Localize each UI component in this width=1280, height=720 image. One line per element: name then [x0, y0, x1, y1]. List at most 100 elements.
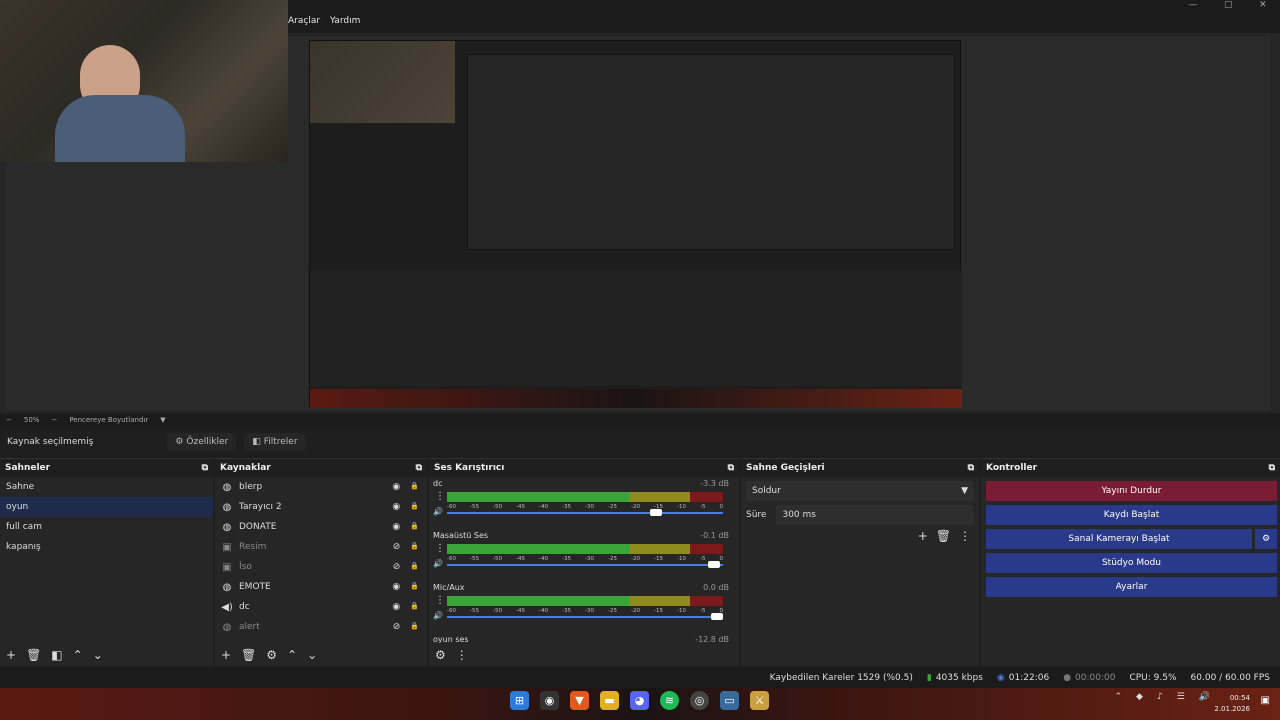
filters-button[interactable]: ◧ Filtreler [244, 433, 306, 451]
volume-slider[interactable] [447, 561, 723, 568]
lock-icon[interactable]: 🔒 [410, 522, 419, 532]
zoom-in-button[interactable]: − [51, 416, 57, 424]
eye-hidden-icon[interactable]: ⊘ [393, 542, 401, 552]
eye-icon[interactable]: ◉ [392, 482, 400, 492]
kebab-menu-icon[interactable]: ⋮ [959, 529, 971, 543]
volume-slider[interactable] [447, 613, 723, 620]
undock-icon[interactable]: ⧉ [728, 463, 734, 473]
chevron-up-icon[interactable]: ⌃ [73, 648, 83, 662]
scene-item[interactable]: kapanış [0, 537, 213, 557]
add-icon[interactable]: + [918, 529, 928, 543]
eye-hidden-icon[interactable]: ⊘ [393, 562, 401, 572]
duration-input[interactable]: 300 ms [776, 505, 974, 525]
eye-icon[interactable]: ◉ [392, 522, 400, 532]
source-item[interactable]: ◍ alert ⊘ 🔒 [217, 617, 427, 637]
volume-slider-handle[interactable] [711, 613, 723, 620]
eye-icon[interactable]: ◉ [392, 602, 400, 612]
lock-icon[interactable]: 🔒 [410, 582, 419, 592]
taskbar-clock[interactable]: 00:54 2.01.2026 [1214, 693, 1250, 715]
scene-item[interactable]: Sahne [0, 477, 213, 497]
virtual-camera-button[interactable]: Sanal Kamerayı Başlat [986, 529, 1252, 549]
filter-icon[interactable]: ◧ [51, 648, 62, 662]
chevron-down-icon[interactable]: ⌄ [93, 648, 103, 662]
add-icon[interactable]: + [6, 648, 16, 662]
undock-icon[interactable]: ⧉ [1269, 463, 1275, 473]
transition-select[interactable]: Soldur ▼ [746, 481, 974, 501]
chevron-down-icon[interactable]: ▼ [160, 416, 165, 424]
microphone-icon[interactable]: ♪ [1157, 692, 1163, 702]
lock-icon[interactable]: 🔒 [410, 542, 419, 552]
undock-icon[interactable]: ⧉ [968, 463, 974, 473]
zoom-out-button[interactable]: − [6, 416, 12, 424]
source-item[interactable]: ▣ İso ⊘ 🔒 [217, 557, 427, 577]
chevron-down-icon[interactable]: ⌄ [307, 648, 317, 662]
volume-slider[interactable] [447, 509, 723, 516]
kebab-menu-icon[interactable]: ⋮ [456, 648, 468, 662]
eye-icon[interactable]: ◉ [392, 502, 400, 512]
trash-icon[interactable]: 🗑 [26, 648, 41, 662]
speaker-icon[interactable]: 🔊 [433, 507, 443, 516]
source-item[interactable]: ◀) dc ◉ 🔒 [217, 597, 427, 617]
fit-window-select[interactable]: Pencereye Boyutlandır [69, 416, 148, 424]
undock-icon[interactable]: ⧉ [202, 463, 208, 473]
speaker-icon[interactable]: 🔊 [433, 559, 443, 568]
steam-icon[interactable]: ◆ [1136, 692, 1143, 702]
league-icon[interactable]: ⚔ [750, 691, 769, 710]
volume-slider-handle[interactable] [650, 509, 663, 516]
speaker-icon[interactable]: 🔊 [433, 611, 443, 620]
source-item[interactable]: ▣ Resim ⊘ 🔒 [217, 537, 427, 557]
gear-icon[interactable]: ⚙ [266, 648, 277, 662]
minimize-icon[interactable]: — [1188, 0, 1197, 14]
duration-label: Süre [746, 510, 767, 520]
lock-icon[interactable]: 🔒 [410, 562, 419, 572]
menu-help[interactable]: Yardım [330, 16, 360, 32]
obs-studio-icon[interactable]: ◎ [690, 691, 709, 710]
file-explorer-icon[interactable]: ▬ [600, 691, 619, 710]
kebab-menu-icon[interactable]: ⋮ [435, 543, 445, 554]
trash-icon[interactable]: 🗑 [936, 529, 951, 543]
scene-item[interactable]: oyun [0, 497, 213, 517]
lock-icon[interactable]: 🔒 [410, 602, 419, 612]
studio-mode-button[interactable]: Stüdyo Modu [986, 553, 1277, 573]
spotify-icon[interactable]: ≋ [660, 691, 679, 710]
tick-label: -60 [447, 556, 456, 562]
chevron-up-icon[interactable]: ⌃ [287, 648, 297, 662]
discord-icon[interactable]: ◕ [630, 691, 649, 710]
tick-label: -25 [608, 504, 617, 510]
source-item[interactable]: ◍ EMOTE ◉ 🔒 [217, 577, 427, 597]
menu-tools[interactable]: Araçlar [288, 16, 320, 32]
close-icon[interactable]: ✕ [1259, 0, 1267, 14]
brave-browser-icon[interactable]: ▼ [570, 691, 589, 710]
lock-icon[interactable]: 🔒 [410, 502, 419, 512]
volume-slider-handle[interactable] [708, 561, 721, 568]
source-item[interactable]: ◍ Tarayıcı 2 ◉ 🔒 [217, 497, 427, 517]
stop-stream-button[interactable]: Yayını Durdur [986, 481, 1277, 501]
settings-button[interactable]: Ayarlar [986, 577, 1277, 597]
kebab-menu-icon[interactable]: ⋮ [435, 595, 445, 606]
notification-icon[interactable]: ▣ [1261, 695, 1270, 706]
scene-item[interactable]: full cam [0, 517, 213, 537]
wifi-icon[interactable]: ☰ [1177, 692, 1185, 702]
advanced-audio-icon[interactable]: ⚙ [435, 648, 446, 662]
lock-icon[interactable]: 🔒 [410, 622, 419, 632]
source-item[interactable]: ◍ blerp ◉ 🔒 [217, 477, 427, 497]
maximize-icon[interactable]: ▢ [1224, 0, 1233, 14]
gear-icon[interactable]: ⚙ [1255, 529, 1277, 549]
tick-label: -20 [631, 504, 640, 510]
app-window-icon[interactable]: ▭ [720, 691, 739, 710]
windows-start-icon[interactable]: ⊞ [510, 691, 529, 710]
eye-icon[interactable]: ◉ [392, 582, 400, 592]
eye-hidden-icon[interactable]: ⊘ [393, 622, 401, 632]
tick-label: -50 [493, 504, 502, 510]
properties-button[interactable]: ⚙ Özellikler [167, 433, 237, 451]
trash-icon[interactable]: 🗑 [241, 648, 256, 662]
lock-icon[interactable]: 🔒 [410, 482, 419, 492]
add-icon[interactable]: + [221, 648, 231, 662]
undock-icon[interactable]: ⧉ [416, 463, 422, 473]
obs-icon[interactable]: ◉ [540, 691, 559, 710]
volume-icon[interactable]: 🔊 [1199, 692, 1210, 702]
chevron-up-icon[interactable]: ⌃ [1114, 692, 1122, 702]
source-item[interactable]: ◍ DONATE ◉ 🔒 [217, 517, 427, 537]
kebab-menu-icon[interactable]: ⋮ [435, 491, 445, 502]
start-recording-button[interactable]: Kaydı Başlat [986, 505, 1277, 525]
